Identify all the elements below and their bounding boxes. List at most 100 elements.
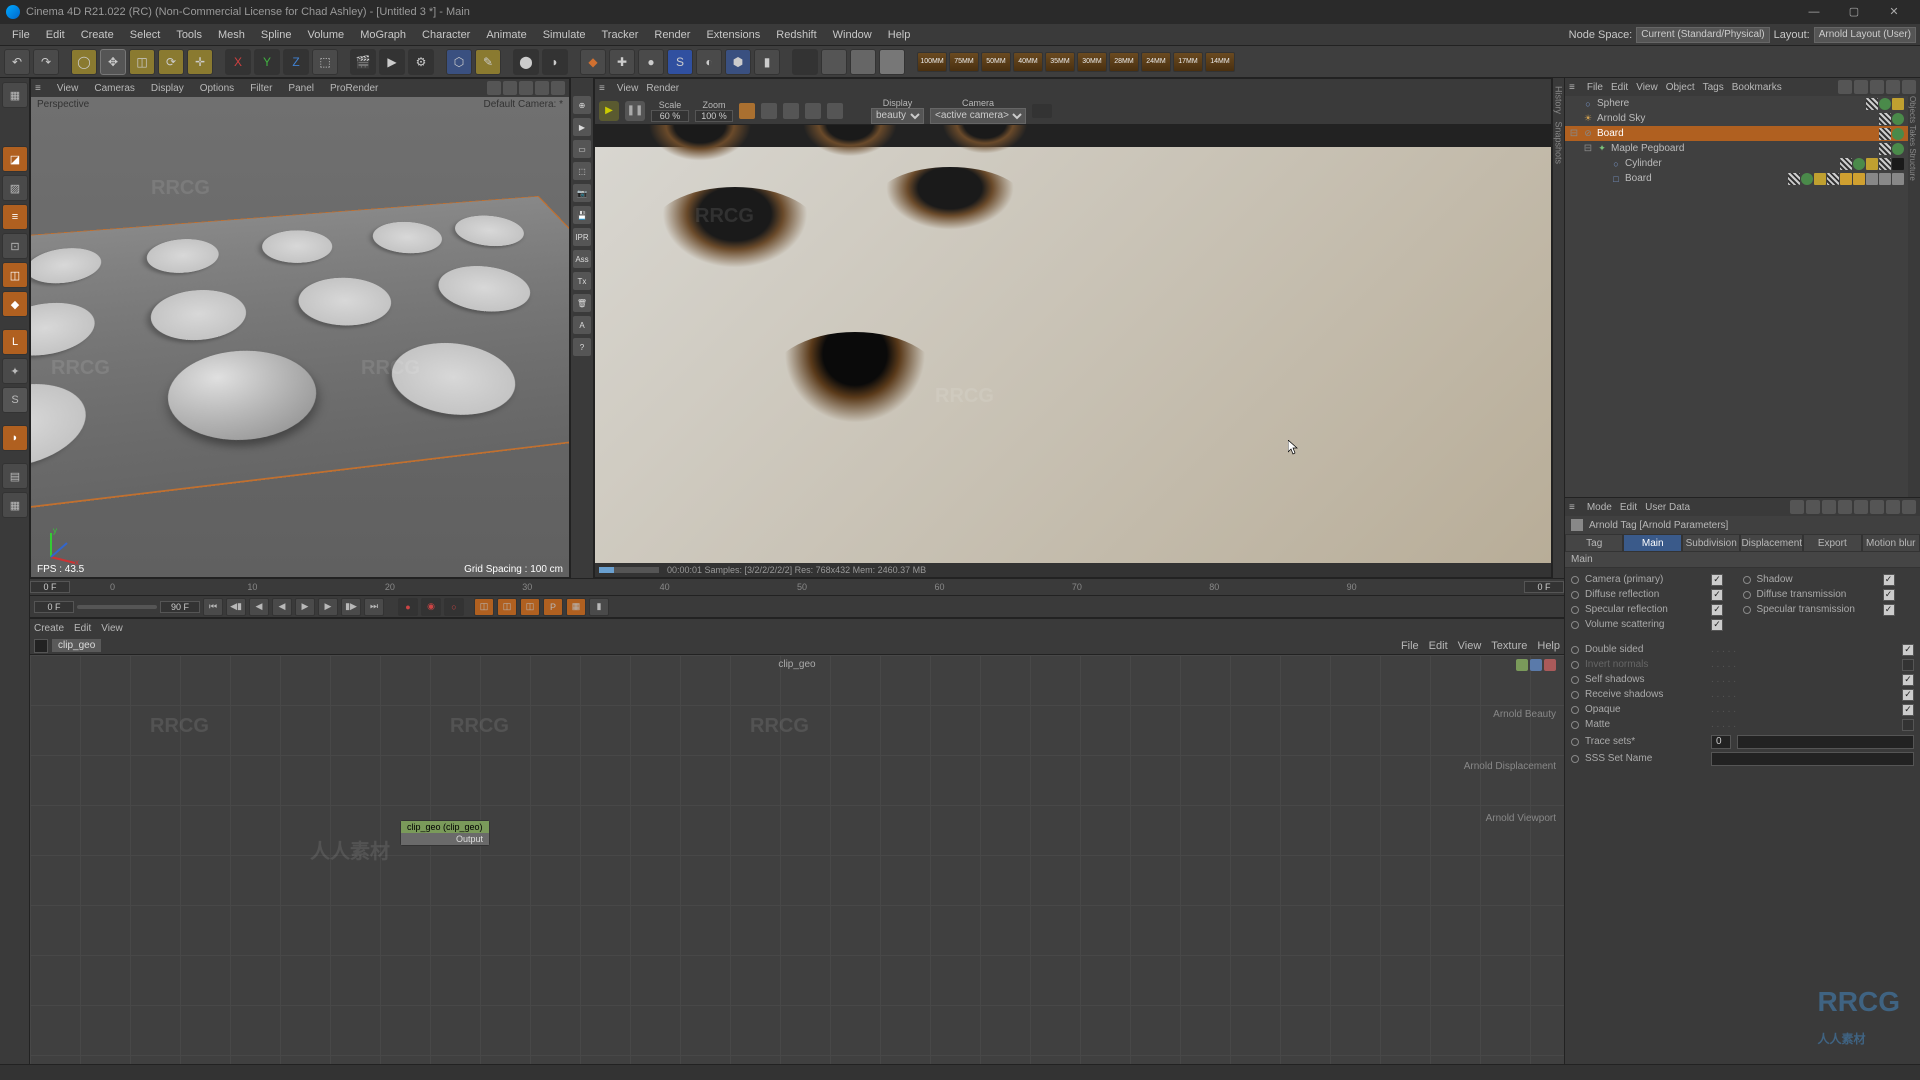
aov-btn-0[interactable] — [739, 103, 755, 119]
menu-mograph[interactable]: MoGraph — [352, 27, 414, 43]
make-editable[interactable]: ▦ — [2, 82, 28, 108]
display-select[interactable]: beauty — [871, 108, 924, 124]
vp-menu-display[interactable]: Display — [147, 83, 188, 94]
tag-dot-g[interactable] — [1853, 158, 1865, 170]
misc-1[interactable]: ▤ — [2, 463, 28, 489]
workplane-mode[interactable]: ≡ — [2, 204, 28, 230]
lens-28MM[interactable]: 28MM — [1109, 52, 1139, 72]
prev-frame[interactable]: ◀ — [249, 598, 269, 616]
am-home-icon[interactable] — [1886, 500, 1900, 514]
recent-tool[interactable]: ✛ — [187, 49, 213, 75]
goto-start[interactable]: ⏮ — [203, 598, 223, 616]
shade-4[interactable] — [879, 49, 905, 75]
am-fwd-icon[interactable] — [1806, 500, 1820, 514]
nmenu1-create[interactable]: Create — [34, 623, 64, 634]
om-home-icon[interactable] — [1886, 80, 1900, 94]
record-key[interactable]: ● — [398, 598, 418, 616]
om-eye-icon[interactable] — [1854, 80, 1868, 94]
out-displacement[interactable]: Arnold Displacement — [1464, 761, 1556, 772]
tab-tag[interactable]: Tag — [1565, 534, 1623, 552]
arnold-btn-0[interactable]: ◆ — [580, 49, 606, 75]
ipr-start-button[interactable]: ▶ — [599, 101, 619, 121]
play-backward[interactable]: ◀ — [272, 598, 292, 616]
goto-prev-key[interactable]: ◀▮ — [226, 598, 246, 616]
menu-window[interactable]: Window — [825, 27, 880, 43]
tag-gry[interactable] — [1892, 173, 1904, 185]
tag-arn[interactable] — [1814, 173, 1826, 185]
aov-btn-4[interactable] — [827, 103, 843, 119]
sss-name-input[interactable] — [1711, 752, 1914, 766]
trace-sets-input[interactable] — [1737, 735, 1914, 749]
expand-toggle[interactable]: ⊟ — [1583, 143, 1593, 154]
nmenu2-texture[interactable]: Texture — [1491, 640, 1527, 652]
node-clip-geo[interactable]: clip_geo (clip_geo) Output — [400, 820, 490, 846]
object-row-arnold-sky[interactable]: ☀Arnold Sky — [1565, 111, 1908, 126]
tag-dot-g[interactable] — [1892, 143, 1904, 155]
window-close[interactable]: ✕ — [1874, 0, 1914, 24]
primitive-menu[interactable]: ⬡ — [446, 49, 472, 75]
lens-50MM[interactable]: 50MM — [981, 52, 1011, 72]
render-pv-button[interactable]: ▶ — [379, 49, 405, 75]
goto-next-key[interactable]: ▮▶ — [341, 598, 361, 616]
window-minimize[interactable]: — — [1794, 0, 1834, 24]
rotate-tool[interactable]: ⟳ — [158, 49, 184, 75]
texture-mode[interactable]: ▨ — [2, 175, 28, 201]
menu-file[interactable]: File — [4, 27, 38, 43]
edge-mode[interactable]: ◫ — [2, 262, 28, 288]
ipr-ipr-play[interactable]: ▶ — [573, 118, 591, 136]
vp-icon-1[interactable] — [503, 81, 517, 95]
light-menu[interactable]: ⬤ — [513, 49, 539, 75]
tag-dot-g[interactable] — [1892, 128, 1904, 140]
tab-export[interactable]: Export — [1803, 534, 1861, 552]
node-ctl-3[interactable] — [1544, 659, 1556, 671]
menu-render[interactable]: Render — [646, 27, 698, 43]
lens-35MM[interactable]: 35MM — [1045, 52, 1075, 72]
misc-2[interactable]: ▦ — [2, 492, 28, 518]
ipr-crop[interactable]: ⬚ — [573, 162, 591, 180]
axis-z-toggle[interactable]: Z — [283, 49, 309, 75]
scale-input[interactable] — [651, 110, 689, 122]
layout-dropdown[interactable]: Arnold Layout (User) — [1814, 27, 1916, 43]
tag-ck[interactable] — [1866, 98, 1878, 110]
menu-help[interactable]: Help — [880, 27, 919, 43]
axis-x-toggle[interactable]: X — [225, 49, 251, 75]
lens-17MM[interactable]: 17MM — [1173, 52, 1203, 72]
object-row-maple-pegboard[interactable]: ⊟✦Maple Pegboard — [1565, 141, 1908, 156]
ipr-region[interactable]: ▭ — [573, 140, 591, 158]
live-selection-tool[interactable]: ◯ — [71, 49, 97, 75]
tweak-mode[interactable]: ✦ — [2, 358, 28, 384]
object-row-sphere[interactable]: ○Sphere — [1565, 96, 1908, 111]
tag-ck[interactable] — [1879, 128, 1891, 140]
nmenu2-edit[interactable]: Edit — [1429, 640, 1448, 652]
menu-simulate[interactable]: Simulate — [535, 27, 594, 43]
menu-mesh[interactable]: Mesh — [210, 27, 253, 43]
expand-toggle[interactable]: ⊟ — [1569, 128, 1579, 139]
node-output-port[interactable]: Output — [401, 833, 489, 845]
rv-render-menu[interactable]: Render — [646, 83, 679, 94]
vp-menu-view[interactable]: View — [53, 83, 83, 94]
nmenu2-help[interactable]: Help — [1537, 640, 1560, 652]
arnold-btn-6[interactable]: ▮ — [754, 49, 780, 75]
perspective-viewport[interactable]: ≡ ViewCamerasDisplayOptionsFilterPanelPr… — [30, 78, 570, 578]
arnold-btn-5[interactable]: ⬢ — [725, 49, 751, 75]
tag-ck[interactable] — [1840, 158, 1852, 170]
nmenu2-file[interactable]: File — [1401, 640, 1419, 652]
zoom-input[interactable] — [695, 110, 733, 122]
menu-tracker[interactable]: Tracker — [594, 27, 647, 43]
shade-1[interactable] — [792, 49, 818, 75]
tag-gry[interactable] — [1879, 173, 1891, 185]
tab-displacement[interactable]: Displacement — [1740, 534, 1803, 552]
menu-volume[interactable]: Volume — [299, 27, 352, 43]
vp-menu-cameras[interactable]: Cameras — [90, 83, 139, 94]
om-menu-file[interactable]: File — [1587, 82, 1603, 93]
camera-menu[interactable]: ◗ — [542, 49, 568, 75]
lens-30MM[interactable]: 30MM — [1077, 52, 1107, 72]
checkbox-invert-normals[interactable]: ✓ — [1902, 659, 1914, 671]
timeline-ruler[interactable]: 0102030405060708090 — [30, 578, 1564, 596]
vp-menu-prorender[interactable]: ProRender — [326, 83, 382, 94]
checkbox-matte[interactable]: ✓ — [1902, 719, 1914, 731]
material-swatch[interactable] — [34, 639, 48, 653]
tag-ck[interactable] — [1879, 143, 1891, 155]
am-menu-edit[interactable]: Edit — [1620, 502, 1637, 513]
aov-btn-1[interactable] — [761, 103, 777, 119]
